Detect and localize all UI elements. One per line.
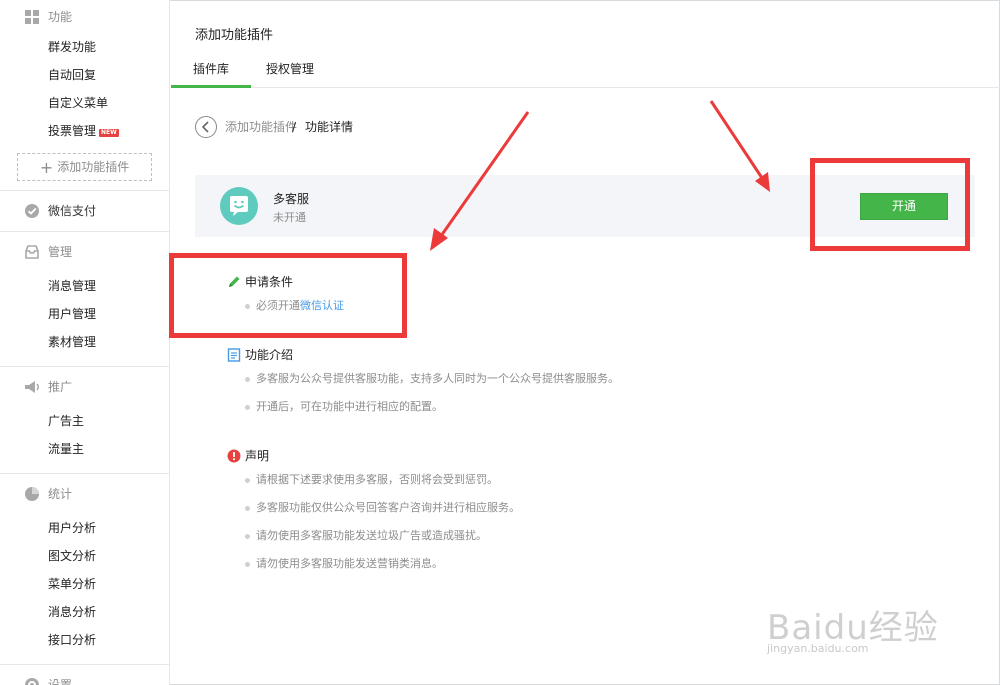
annotation-arrows <box>430 100 770 251</box>
annotation-arrow-right <box>709 100 770 192</box>
annotation-arrow-left <box>430 111 530 251</box>
watermark-url: jingyan.baidu.com <box>767 642 869 655</box>
watermark: Baidu经验 jingyan.baidu.com <box>767 600 939 655</box>
